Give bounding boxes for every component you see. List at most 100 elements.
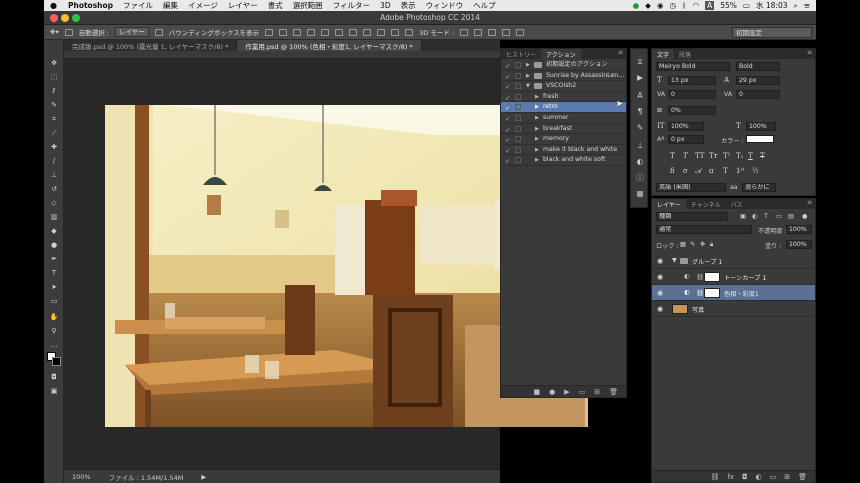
lock-position-icon[interactable]: ✥ (700, 241, 705, 248)
distribute-middle-icon[interactable] (363, 28, 372, 36)
adjustments-panel-icon[interactable]: ◐ (635, 157, 645, 167)
filter-toggle-icon[interactable]: ● (802, 213, 807, 220)
bounding-box-checkbox[interactable] (154, 28, 163, 36)
new-set-icon[interactable]: ▭ (579, 388, 586, 396)
action-fresh[interactable]: ✓ ▶ fresh (501, 92, 626, 103)
horizontal-scale-field[interactable]: 100% (746, 122, 776, 131)
ordinal-icon[interactable]: 1ˢᵗ (736, 167, 745, 175)
stylistic-alt-icon[interactable]: ɑ (709, 167, 713, 175)
dialog-toggle[interactable] (515, 83, 521, 90)
kerning-field[interactable]: 0 (668, 90, 716, 99)
add-mask-icon[interactable]: ◘ (742, 473, 748, 481)
small-caps-icon[interactable]: Tт (709, 152, 718, 160)
tab-paths[interactable]: パス (726, 199, 748, 209)
keyboard-icon[interactable]: A (705, 1, 715, 10)
all-caps-icon[interactable]: TT (695, 152, 704, 160)
link-layers-icon[interactable]: ⛓ (710, 473, 719, 481)
menu-help[interactable]: ヘルプ (468, 0, 501, 11)
menu-window[interactable]: ウィンドウ (421, 0, 469, 11)
action-retro[interactable]: ✓ ▶ retro (501, 102, 626, 113)
menu-app[interactable]: Photoshop (63, 1, 118, 10)
mask-link-icon[interactable]: ⛓ (696, 273, 704, 281)
eyedropper-tool-icon[interactable]: ⟋ (48, 128, 60, 138)
check-icon[interactable]: ✓ (505, 83, 510, 91)
expand-icon[interactable]: ▶ (535, 155, 539, 165)
eraser-tool-icon[interactable]: ◇ (48, 198, 60, 208)
status-menu-arrow-icon[interactable]: ▶ (201, 473, 206, 481)
menu-view[interactable]: 表示 (396, 0, 421, 11)
menu-select[interactable]: 選択範囲 (288, 0, 328, 11)
action-make-it-black-and-white[interactable]: ✓ ▶ make it black and white (501, 145, 626, 156)
play-icon[interactable]: ▶ (564, 388, 569, 396)
dialog-toggle[interactable] (515, 72, 521, 79)
dodge-tool-icon[interactable]: ● (48, 240, 60, 250)
dialog-toggle[interactable] (515, 62, 521, 68)
strikethrough-icon[interactable]: T (760, 152, 765, 160)
menu-filter[interactable]: フィルター (328, 0, 375, 11)
3d-roll-icon[interactable] (474, 28, 483, 36)
menubar-clock[interactable]: 水 18:03 (756, 0, 788, 11)
healing-brush-tool-icon[interactable]: ✚ (48, 142, 60, 152)
expand-icon[interactable]: ▶ (535, 134, 539, 144)
expand-icon[interactable]: ▶ (535, 145, 539, 155)
auto-select-checkbox[interactable] (64, 28, 73, 36)
action-black-and-white-soft[interactable]: ✓ ▶ black and white soft (501, 155, 626, 166)
tab-channels[interactable]: チャンネル (686, 199, 726, 209)
filter-type-icon[interactable]: T (764, 213, 768, 220)
tab-paragraph[interactable]: 段落 (674, 49, 696, 59)
menu-layer[interactable]: レイヤー (223, 0, 263, 11)
panel-menu-icon[interactable]: ≡ (807, 199, 815, 209)
lock-transparent-icon[interactable]: ▦ (680, 241, 686, 248)
align-middle-icon[interactable] (279, 28, 288, 36)
check-icon[interactable]: ✓ (505, 126, 510, 134)
tab-actions[interactable]: アクション (541, 49, 581, 59)
timemachine-icon[interactable]: ◷ (670, 1, 677, 10)
move-tool-preset-icon[interactable]: ✥▾ (50, 28, 59, 36)
expand-icon[interactable]: ▶ (535, 102, 539, 112)
tsume-field[interactable]: 0% (668, 106, 716, 115)
screen-mode-icon[interactable]: ▣ (48, 386, 60, 396)
leading-field[interactable]: 29 px (736, 76, 780, 85)
apple-icon[interactable]: ● (44, 1, 63, 10)
action-set-vscoish2[interactable]: ✓ ▼ VSCOish2 (501, 81, 626, 92)
character-panel-icon[interactable]: A (635, 91, 645, 101)
tab-history[interactable]: ヒストリー (501, 49, 541, 59)
record-icon[interactable]: ◉ (657, 1, 664, 10)
align-bottom-icon[interactable] (293, 28, 302, 36)
oldstyle-icon[interactable]: σ (683, 167, 688, 175)
layer-style-icon[interactable]: fx (727, 473, 734, 481)
clone-stamp-tool-icon[interactable]: ⊥ (48, 170, 60, 180)
subscript-icon[interactable]: T₁ (736, 152, 743, 160)
opacity-field[interactable]: 100% (786, 225, 812, 234)
record-action-icon[interactable]: ● (549, 388, 555, 396)
paragraph-panel-icon[interactable]: ¶ (635, 107, 645, 117)
action-breakfast[interactable]: ✓ ▶ breakfast (501, 124, 626, 135)
tab-character[interactable]: 文字 (652, 49, 675, 59)
dialog-toggle[interactable] (515, 157, 521, 164)
fill-field[interactable]: 100% (786, 240, 812, 249)
align-right-icon[interactable] (335, 28, 344, 36)
new-group-icon[interactable]: ▭ (770, 473, 777, 481)
auto-select-dropdown[interactable]: レイヤー (114, 27, 149, 37)
check-icon[interactable]: ✓ (505, 115, 510, 123)
tracking-field[interactable]: 0 (736, 90, 780, 99)
type-tool-icon[interactable]: T (48, 268, 60, 278)
swash-icon[interactable]: 𝒜 (695, 167, 702, 176)
path-select-tool-icon[interactable]: ➤ (48, 282, 60, 292)
menu-file[interactable]: ファイル (118, 0, 158, 11)
align-left-icon[interactable] (307, 28, 316, 36)
brush-tool-icon[interactable]: ∕ (48, 156, 60, 166)
dialog-toggle[interactable] (515, 104, 521, 111)
layer-hue-saturation-1[interactable]: ◉ ◐ ⛓ 色相・彩度1 (652, 285, 815, 301)
check-icon[interactable]: ✓ (505, 147, 510, 155)
eye-icon[interactable]: ◉ (657, 257, 663, 265)
move-tool-icon[interactable]: ✥ (48, 58, 60, 68)
new-action-icon[interactable]: ⊞ (594, 388, 600, 396)
ligature-icon[interactable]: ﬁ (670, 167, 675, 175)
action-summer[interactable]: ✓ ▶ summer (501, 113, 626, 124)
line-icon[interactable]: ● (633, 1, 640, 10)
workspace-dropdown[interactable]: 初期設定 (732, 26, 812, 38)
align-center-icon[interactable] (321, 28, 330, 36)
eye-icon[interactable]: ◉ (657, 273, 663, 281)
3d-scale-icon[interactable] (516, 28, 525, 36)
